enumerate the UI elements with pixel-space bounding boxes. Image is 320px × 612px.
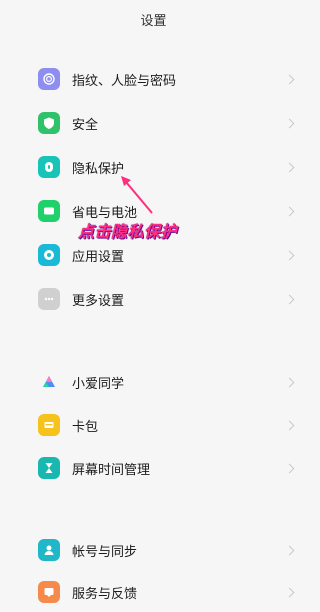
- chevron-right-icon: [284, 250, 295, 260]
- annotation-text: 点击隐私保护: [78, 222, 178, 241]
- settings-item-more[interactable]: 更多设置: [0, 279, 307, 319]
- settings-item-label: 隐私保护: [72, 161, 125, 177]
- account-icon: [38, 539, 60, 561]
- chevron-right-icon: [284, 162, 295, 172]
- settings-item-label: 安全: [72, 117, 99, 133]
- more-icon: [38, 288, 60, 310]
- shield-icon: [38, 112, 60, 134]
- chevron-right-icon: [284, 420, 295, 430]
- chevron-right-icon: [284, 377, 295, 387]
- settings-item-feedback[interactable]: 服务与反馈: [0, 572, 307, 612]
- settings-item-label: 指纹、人脸与密码: [72, 73, 177, 89]
- settings-item-label: 帐号与同步: [72, 544, 138, 560]
- chevron-right-icon: [284, 206, 295, 216]
- settings-item-security[interactable]: 安全: [0, 103, 307, 143]
- settings-item-fingerprint[interactable]: 指纹、人脸与密码: [0, 59, 307, 99]
- settings-item-account[interactable]: 帐号与同步: [0, 530, 307, 570]
- chevron-right-icon: [284, 294, 295, 304]
- chevron-right-icon: [284, 545, 295, 555]
- chevron-right-icon: [284, 74, 295, 84]
- chevron-right-icon: [284, 118, 295, 128]
- settings-item-xiaoai[interactable]: 小爱同学: [0, 362, 307, 402]
- gear-icon: [38, 244, 60, 266]
- settings-item-wallet[interactable]: 卡包: [0, 405, 307, 445]
- battery-icon: [38, 200, 60, 222]
- settings-item-label: 卡包: [72, 419, 99, 435]
- page-title: 设置: [140, 14, 167, 29]
- wallet-icon: [38, 414, 60, 436]
- settings-item-label: 屏幕时间管理: [72, 462, 151, 478]
- xiaoai-icon: [38, 371, 60, 393]
- settings-item-label: 服务与反馈: [72, 586, 138, 602]
- settings-item-label: 小爱同学: [72, 376, 125, 392]
- settings-item-label: 应用设置: [72, 249, 125, 265]
- privacy-icon: [38, 156, 60, 178]
- settings-item-label: 更多设置: [72, 293, 125, 309]
- chevron-right-icon: [284, 587, 295, 597]
- settings-item-screen-time[interactable]: 屏幕时间管理: [0, 448, 307, 488]
- settings-item-privacy[interactable]: 隐私保护: [0, 147, 307, 187]
- chevron-right-icon: [284, 463, 295, 473]
- hourglass-icon: [38, 457, 60, 479]
- fingerprint-icon: [38, 68, 60, 90]
